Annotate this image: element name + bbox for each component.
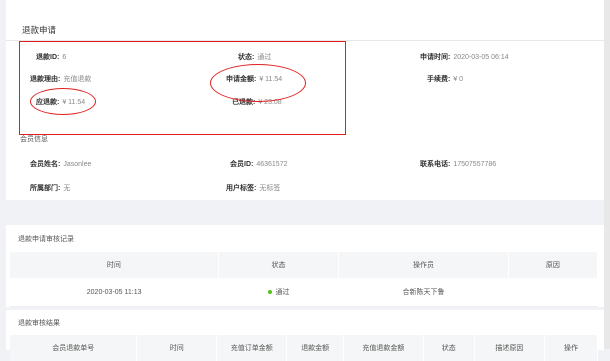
status-dot-icon bbox=[267, 290, 272, 295]
review-col-status: 状态 bbox=[218, 252, 340, 278]
fee-value: ¥ 0 bbox=[453, 76, 464, 83]
review-table: 时间 状态 操作员 原因 2020-03-05 11:13 通过 合新陈天下鲁 bbox=[10, 252, 599, 307]
member-id-label: 会员ID: bbox=[230, 161, 254, 168]
member-title: 会员信息 bbox=[20, 136, 48, 143]
result-header-row: 会员退款单号 时间 充值订单金额 退款金额 充值退款金额 状态 描述原因 操作 bbox=[10, 335, 599, 361]
result-col-action: 操作 bbox=[544, 335, 599, 361]
table-row: 2020-03-05 11:13 通过 合新陈天下鲁 bbox=[10, 278, 598, 307]
phone-label: 联系电话: bbox=[420, 161, 451, 168]
phone-value: 17507557786 bbox=[453, 161, 497, 168]
fee-label: 手续费: bbox=[427, 76, 451, 83]
result-table: 会员退款单号 时间 充值订单金额 退款金额 充值退款金额 状态 描述原因 操作 bbox=[10, 335, 599, 361]
scrollbar[interactable] bbox=[604, 0, 610, 349]
review-status-cell: 通过 bbox=[218, 278, 339, 307]
user-tag-field: 用户标签: 无标签 bbox=[226, 183, 280, 193]
refund-title: 退款申请 bbox=[22, 25, 57, 35]
result-title: 退款审核结果 bbox=[18, 320, 60, 327]
result-col-desc: 描述原因 bbox=[474, 335, 545, 361]
phone-field: 联系电话: 17507557786 bbox=[420, 159, 496, 169]
fee-field: 手续费: ¥ 0 bbox=[427, 74, 463, 84]
member-name-label: 会员姓名: bbox=[30, 161, 61, 168]
review-title: 退款申请审核记录 bbox=[18, 236, 74, 243]
apply-time-field: 申请时间: 2020-03-05 06:14 bbox=[420, 52, 509, 62]
result-col-order-no: 会员退款单号 bbox=[10, 335, 138, 361]
result-col-status: 状态 bbox=[423, 335, 475, 361]
user-tag-value: 无标签 bbox=[259, 185, 281, 192]
member-name-value: Jasonlee bbox=[63, 161, 92, 168]
review-status: 通过 bbox=[275, 289, 290, 296]
review-col-time: 时间 bbox=[10, 252, 219, 278]
dept-field: 所属部门: 无 bbox=[30, 183, 70, 193]
review-time: 2020-03-05 11:13 bbox=[10, 278, 219, 307]
apply-time-label: 申请时间: bbox=[420, 54, 451, 61]
highlight-ellipse-due-refund bbox=[30, 88, 96, 115]
result-col-refund-amount: 退款金额 bbox=[286, 335, 345, 361]
member-name-field: 会员姓名: Jasonlee bbox=[30, 159, 91, 169]
result-col-order-amount: 充值订单金额 bbox=[216, 335, 288, 361]
review-col-operator: 操作员 bbox=[338, 252, 509, 278]
dept-value: 无 bbox=[63, 185, 71, 192]
review-reason bbox=[508, 278, 598, 307]
review-header-row: 时间 状态 操作员 原因 bbox=[10, 252, 599, 278]
dept-label: 所属部门: bbox=[30, 185, 61, 192]
result-col-time: 时间 bbox=[136, 335, 218, 361]
review-col-reason: 原因 bbox=[508, 252, 599, 278]
highlight-ellipse-apply-amount bbox=[210, 64, 306, 102]
user-tag-label: 用户标签: bbox=[226, 185, 257, 192]
review-operator: 合新陈天下鲁 bbox=[338, 278, 509, 307]
member-id-field: 会员ID: 46361572 bbox=[230, 159, 288, 169]
apply-time-value: 2020-03-05 06:14 bbox=[453, 54, 509, 61]
result-col-charge-refund: 充值退款金额 bbox=[343, 335, 424, 361]
member-id-value: 46361572 bbox=[256, 161, 288, 168]
